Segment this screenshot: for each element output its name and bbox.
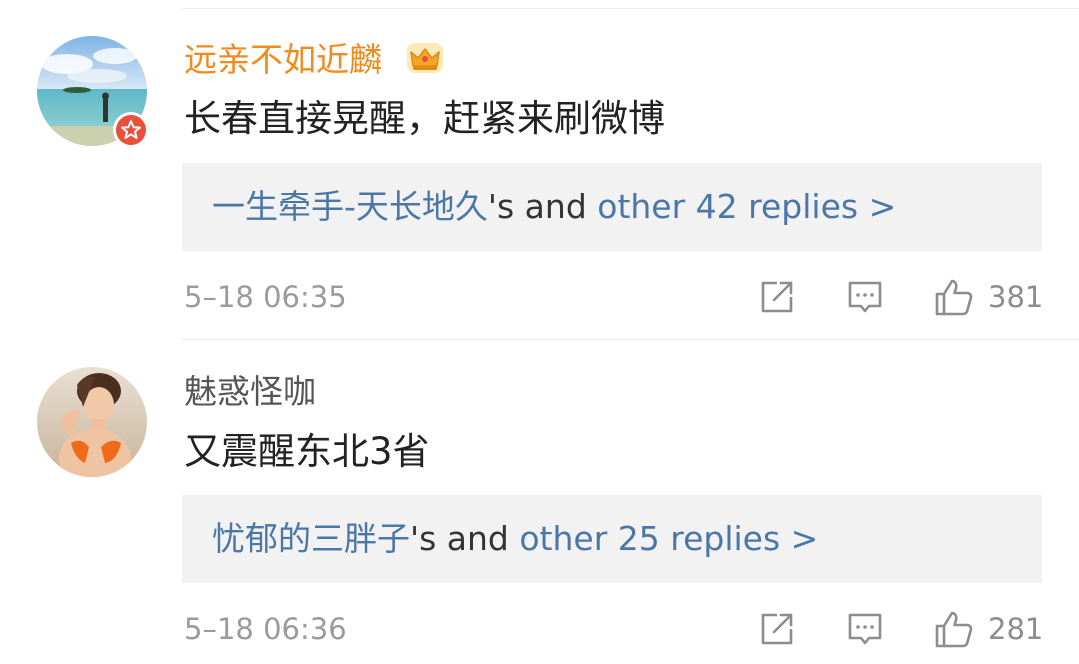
comment-text: 又震醒东北3省 [184, 430, 430, 473]
comment-item: 远亲不如近麟 长春直接晃醒，赶紧来刷微博 一生牵手-天长地久's and oth… [0, 0, 1079, 340]
like-count: 281 [988, 612, 1044, 646]
more-replies-link[interactable]: other 42 replies > [597, 187, 896, 226]
like-count: 381 [988, 280, 1044, 314]
crown-badge-icon [407, 43, 443, 73]
reply-connector: 's and [487, 187, 598, 226]
username[interactable]: 魅惑怪咖 [184, 372, 316, 412]
comment-text: 长春直接晃醒，赶紧来刷微博 [184, 97, 665, 140]
share-icon[interactable] [757, 609, 797, 649]
comment-icon[interactable] [845, 277, 885, 317]
share-icon[interactable] [757, 277, 797, 317]
comment-timestamp: 5–18 06:36 [184, 612, 347, 646]
reply-username[interactable]: 一生牵手-天长地久 [212, 187, 488, 226]
comment-icon[interactable] [845, 609, 885, 649]
more-replies-link[interactable]: other 25 replies > [519, 519, 818, 558]
comment-item: 魅惑怪咖 又震醒东北3省 忧郁的三胖子's and other 25 repli… [0, 340, 1079, 664]
replies-preview[interactable]: 一生牵手-天长地久's and other 42 replies > [182, 163, 1042, 251]
comment-timestamp: 5–18 06:35 [184, 280, 347, 314]
verified-badge-icon [113, 112, 149, 148]
replies-preview[interactable]: 忧郁的三胖子's and other 25 replies > [182, 495, 1042, 583]
username[interactable]: 远亲不如近麟 [184, 40, 382, 80]
reply-connector: 's and [410, 519, 520, 558]
thumbs-up-icon[interactable] [933, 608, 975, 650]
avatar[interactable] [37, 367, 147, 477]
reply-username[interactable]: 忧郁的三胖子 [212, 519, 410, 558]
thumbs-up-icon[interactable] [933, 276, 975, 318]
